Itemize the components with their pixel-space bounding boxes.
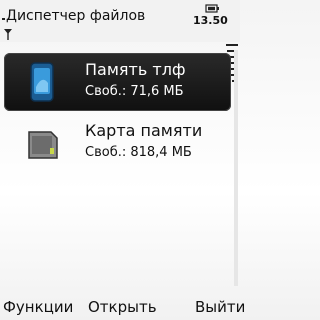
list-item-phone-memory[interactable]: Память тлф Своб.: 71,6 МБ [4, 53, 231, 111]
item-free-space: Своб.: 71,6 МБ [85, 84, 184, 99]
item-label: Память тлф [85, 60, 186, 79]
memory-card-icon [28, 131, 58, 159]
options-softkey[interactable]: Функции [3, 298, 73, 316]
exit-softkey[interactable]: Выйти [195, 298, 245, 316]
softkey-bar: Функции Открыть Выйти [0, 294, 245, 320]
app-title: Диспетчер файлов [6, 8, 146, 24]
scrollbar[interactable] [234, 50, 238, 286]
list-item-memory-card[interactable]: Карта памяти Своб.: 818,4 МБ [4, 114, 231, 172]
antenna-icon [4, 29, 12, 40]
item-label: Карта памяти [85, 121, 203, 140]
item-free-space: Своб.: 818,4 МБ [85, 145, 192, 160]
status-bar: Диспетчер файлов 13.50 [0, 0, 240, 42]
battery-icon [205, 4, 219, 13]
phone-memory-icon [30, 62, 54, 102]
open-softkey[interactable]: Открыть [88, 298, 157, 316]
clock-time: 13.50 [193, 14, 228, 27]
